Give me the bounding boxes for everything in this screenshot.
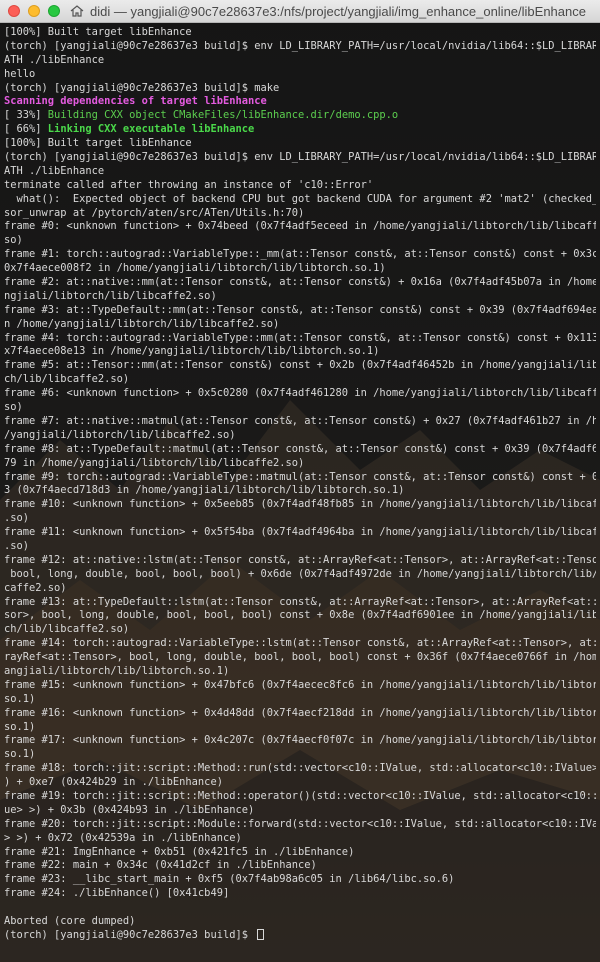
terminal-line: frame #7: at::native::matmul(at::Tensor … [4,414,596,427]
terminal-line: hello [4,67,36,80]
terminal-line: frame #5: at::Tensor::mm(at::Tensor cons… [4,359,596,372]
text-cursor [257,928,265,940]
terminal-line: frame #13: at::TypeDefault::lstm(at::Ten… [4,595,596,608]
terminal-line: frame #8: at::TypeDefault::matmul(at::Te… [4,442,596,455]
terminal-line: frame #2: at::native::mm(at::Tensor cons… [4,276,596,289]
terminal-line: [100%] Built target libEnhance [4,26,192,38]
terminal-line: what(): Expected object of backend CPU b… [4,192,597,205]
terminal-line: 0x7f4aece008f2 in /home/yangjiali/libtor… [4,262,386,275]
terminal-line: [ 33%] Building CXX object CMakeFiles/li… [4,109,399,122]
terminal-line: frame #11: <unknown function> + 0x5f54ba… [4,526,596,539]
terminal-line: frame #12: at::native::lstm(at::Tensor c… [4,553,596,566]
terminal-line: ATH ./libEnhance [4,53,105,66]
terminal-line: frame #15: <unknown function> + 0x47bfc6… [4,678,596,691]
terminal-line: frame #20: torch::jit::script::Module::f… [4,817,596,830]
terminal-line: ) + 0xe7 (0x424b29 in ./libEnhance) [4,776,223,789]
terminal-line: caffe2.so) [4,581,67,594]
terminal-line: frame #10: <unknown function> + 0x5eeb85… [4,498,596,511]
terminal-line: frame #4: torch::autograd::VariableType:… [4,331,596,344]
terminal-line: .so) [4,539,30,552]
terminal-line: so) [4,401,23,414]
terminal-line: > >) + 0x72 (0x42539a in ./libEnhance) [4,831,242,844]
terminal-line: frame #18: torch::jit::script::Method::r… [4,762,596,775]
terminal-line: Aborted (core dumped) [4,915,136,927]
terminal-line: frame #14: torch::autograd::VariableType… [4,637,596,650]
terminal-line: .so) [4,512,30,525]
terminal-line: frame #3: at::TypeDefault::mm(at::Tensor… [4,303,596,316]
window-title: didi — yangjiali@90c7e28637e3:/nfs/proje… [90,3,586,19]
terminal-line: rayRef<at::Tensor>, bool, long, double, … [4,651,596,664]
terminal-line: bool, long, double, bool, bool, bool) + … [4,567,596,580]
terminal-line: frame #24: ./libEnhance() [0x41cb49] [4,887,230,900]
terminal-line: so) [4,234,23,247]
close-button[interactable] [8,5,20,17]
terminal-line: [100%] Built target libEnhance [4,137,192,150]
terminal-line: (torch) [yangjiali@90c7e28637e3 build]$ … [4,151,596,164]
terminal-line: /yangjiali/libtorch/lib/libcaffe2.so) [4,428,236,441]
terminal-line: frame #17: <unknown function> + 0x4c207c… [4,734,596,747]
terminal-line: sor_unwrap at /pytorch/aten/src/ATen/Uti… [4,206,305,219]
title-bar: didi — yangjiali@90c7e28637e3:/nfs/proje… [0,0,600,23]
terminal-line: angjiali/libtorch/lib/libtorch.so.1) [4,664,230,677]
terminal-line: ATH ./libEnhance [4,164,105,177]
maximize-button[interactable] [48,5,60,17]
terminal-line: n /home/yangjiali/libtorch/lib/libcaffe2… [4,317,280,330]
terminal-line: frame #19: torch::jit::script::Method::o… [4,789,596,802]
terminal-line: [ 66%] Linking CXX executable libEnhance [4,123,255,136]
terminal-line: ch/lib/libcaffe2.so) [4,373,130,386]
terminal-line: so.1) [4,748,36,761]
terminal-line: frame #1: torch::autograd::VariableType:… [4,248,596,261]
terminal-line: (torch) [yangjiali@90c7e28637e3 build]$ … [4,81,280,94]
terminal-line: frame #16: <unknown function> + 0x4d48dd… [4,706,596,719]
terminal-line: (torch) [yangjiali@90c7e28637e3 build]$ … [4,39,596,52]
terminal-line: terminate called after throwing an insta… [4,178,374,191]
terminal-line: Scanning dependencies of target libEnhan… [4,95,267,108]
terminal-line: so.1) [4,692,36,705]
terminal-line: ue> >) + 0x3b (0x424b93 in ./libEnhance) [4,803,255,816]
terminal-line: frame #22: main + 0x34c (0x41d2cf in ./l… [4,859,317,872]
terminal-line: 3 (0x7f4aecd718d3 in /home/yangjiali/lib… [4,484,405,497]
home-icon [70,5,84,17]
terminal-line: ch/lib/libcaffe2.so) [4,623,130,636]
terminal-output[interactable]: [100%] Built target libEnhance (torch) [y… [0,23,600,943]
terminal-line: frame #21: ImgEnhance + 0xb51 (0x421fc5 … [4,845,355,858]
terminal-line: frame #23: __libc_start_main + 0xf5 (0x7… [4,873,455,886]
terminal-line: (torch) [yangjiali@90c7e28637e3 build]$ [4,928,596,943]
terminal-line: 79 in /home/yangjiali/libtorch/lib/libca… [4,456,305,469]
terminal-line: ngjiali/libtorch/lib/libcaffe2.so) [4,289,217,302]
minimize-button[interactable] [28,5,40,17]
terminal-line: frame #6: <unknown function> + 0x5c0280 … [4,387,596,400]
terminal-line: frame #9: torch::autograd::VariableType:… [4,470,596,483]
terminal-line: sor>, bool, long, double, bool, bool, bo… [4,609,596,622]
terminal-line: frame #0: <unknown function> + 0x74beed … [4,220,596,233]
terminal-window: didi — yangjiali@90c7e28637e3:/nfs/proje… [0,0,600,962]
terminal-line: x7f4aece08e13 in /home/yangjiali/libtorc… [4,345,380,358]
terminal-line: so.1) [4,720,36,733]
